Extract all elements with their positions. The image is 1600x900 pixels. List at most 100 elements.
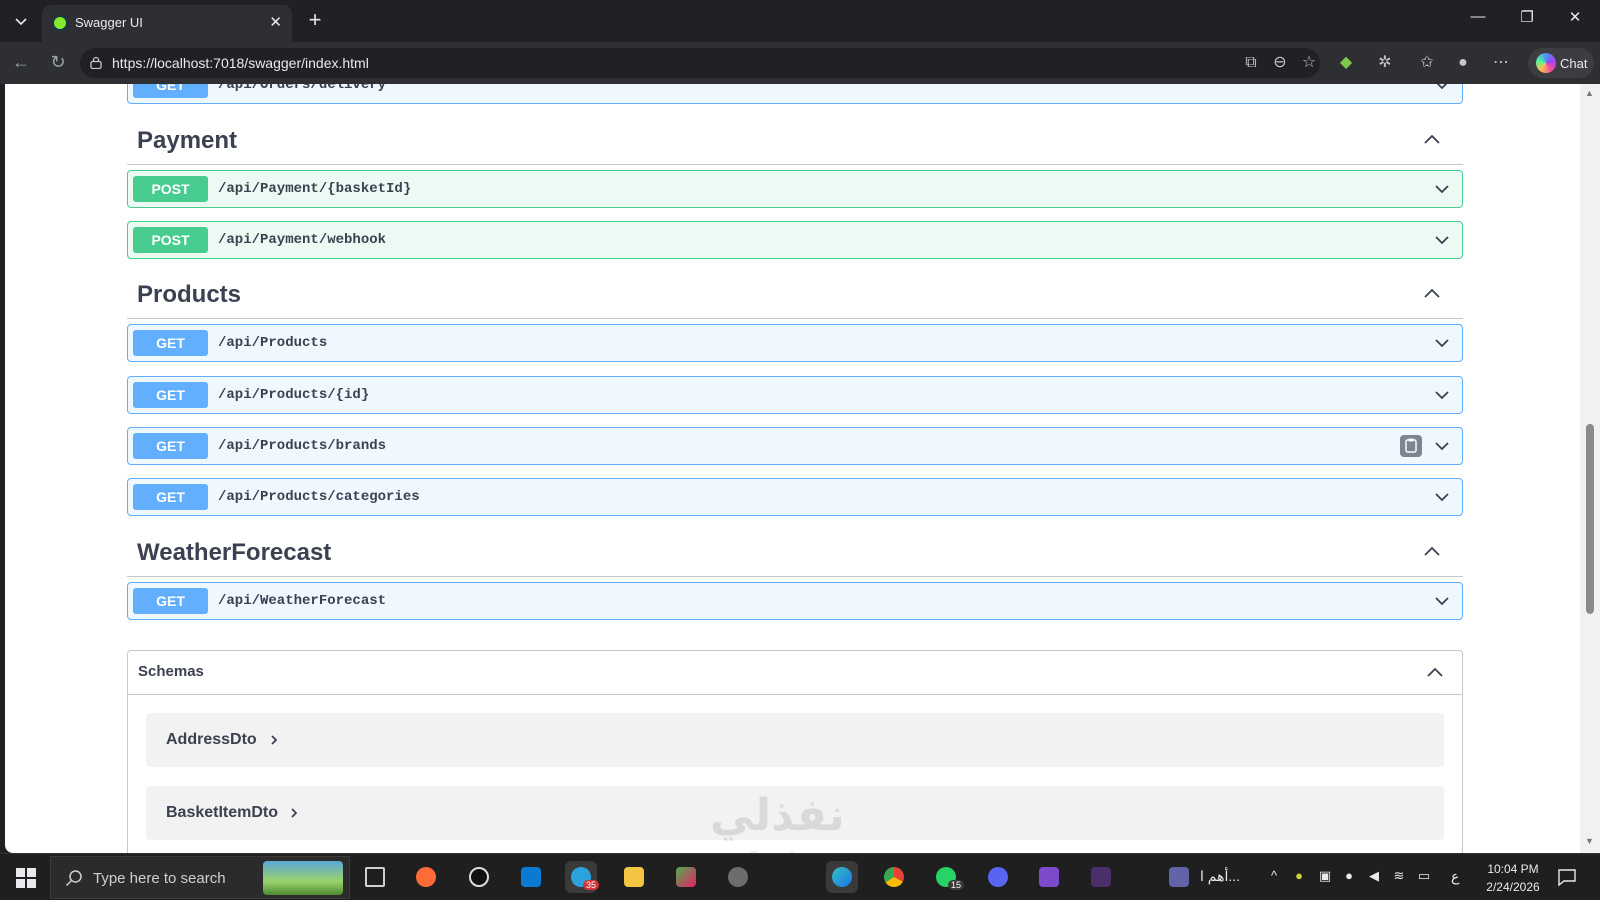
windows-start-icon[interactable] [16,868,36,888]
opblock-get-products-categories[interactable]: GET /api/Products/categories [127,478,1463,516]
method-badge: POST [133,227,208,253]
github-icon [469,867,489,887]
task-view-button[interactable] [359,861,391,893]
taskbar-search-box[interactable]: Type here to search [50,856,350,899]
operation-path: /api/Payment/webhook [218,232,387,248]
operation-path: /api/Products/{id} [218,387,370,403]
taskbar-app-discord[interactable] [982,861,1014,893]
more-menu-icon[interactable]: ⋯ [1491,53,1511,73]
opblock-get-products-brands[interactable]: GET /api/Products/brands [127,427,1463,465]
taskbar-app-settings[interactable] [722,861,754,893]
taskbar-app-chrome[interactable] [878,861,910,893]
copilot-icon [1536,53,1556,73]
copilot-chat-button[interactable]: Chat [1528,48,1594,78]
taskbar-app-teams[interactable] [1163,861,1195,893]
scrollbar-thumb[interactable] [1586,424,1594,614]
opblock-get-orders-delivery[interactable]: GET /api/Orders/delivery [127,84,1463,104]
chevron-up-icon[interactable] [1423,285,1441,303]
lock-icon [90,56,102,69]
taskbar-app-github[interactable] [463,861,495,893]
opblock-get-products-id[interactable]: GET /api/Products/{id} [127,376,1463,414]
chevron-down-icon[interactable] [1434,387,1450,403]
taskbar-app-visual-studio[interactable] [1033,861,1065,893]
input-language-indicator[interactable]: ع [1451,868,1459,885]
scroll-down-arrow-icon[interactable]: ▼ [1585,836,1594,846]
chevron-down-icon[interactable] [1434,593,1450,609]
postman-icon [416,867,436,887]
copy-path-button[interactable] [1400,435,1422,457]
model-name: BasketItemDto [166,804,279,821]
discord-icon [988,867,1008,887]
taskbar-clock[interactable]: 10:04 PM 2/24/2026 [1468,860,1558,896]
tray-device-icon[interactable]: ▣ [1317,868,1333,884]
taskbar-app-edge[interactable] [826,861,858,893]
extensions-puzzle-icon[interactable]: ✲ [1375,53,1395,73]
operation-path: /api/Products/brands [218,438,387,454]
wifi-icon[interactable]: ≋ [1391,868,1407,884]
taskbar-app-snip[interactable] [670,861,702,893]
operation-path: /api/Products [218,335,328,351]
volume-icon[interactable]: ◀ [1366,868,1382,884]
close-window-icon[interactable]: ✕ [1560,8,1590,26]
chevron-up-icon[interactable] [1423,131,1441,149]
clock-date: 2/24/2026 [1486,880,1540,894]
tag-section-products[interactable]: Products [127,269,1463,319]
chevron-down-icon[interactable] [1434,489,1450,505]
translate-icon[interactable]: ⧉ [1241,53,1261,73]
chevron-down-icon[interactable] [1434,181,1450,197]
opblock-post-payment-basketid[interactable]: POST /api/Payment/{basketId} [127,170,1463,208]
opblock-get-weatherforecast[interactable]: GET /api/WeatherForecast [127,582,1463,620]
favorite-star-icon[interactable]: ☆ [1299,53,1319,73]
taskbar-app-postman[interactable] [410,861,442,893]
page-scrollbar[interactable]: ▲ ▼ [1580,84,1600,853]
chevron-up-icon[interactable] [1426,664,1444,682]
tab-list-button[interactable] [6,7,36,35]
tag-section-payment[interactable]: Payment [127,115,1463,165]
tray-app-icon[interactable]: ● [1291,868,1307,884]
model-name: AddressDto [166,731,257,748]
minimize-icon[interactable]: — [1463,8,1493,25]
chevron-right-icon[interactable] [288,807,300,819]
profile-avatar-icon[interactable]: ● [1453,53,1473,73]
search-placeholder: Type here to search [93,870,226,887]
extension-leaf-icon[interactable]: ◆ [1336,53,1356,73]
favorites-icon[interactable]: ✩ [1417,53,1437,73]
method-badge: GET [133,330,208,356]
chevron-up-icon[interactable] [1423,543,1441,561]
new-tab-button[interactable]: + [302,8,328,34]
page-viewport: GET /api/Orders/delivery Payment POST /a… [5,84,1580,853]
browser-tab-swagger[interactable]: Swagger UI ✕ [42,5,292,42]
chevron-down-icon[interactable] [1434,335,1450,351]
watermark-arabic: نفذلي [710,791,845,840]
opblock-get-products[interactable]: GET /api/Products [127,324,1463,362]
reload-icon[interactable]: ↻ [46,52,70,73]
zoom-out-icon[interactable]: ⊖ [1270,53,1290,73]
chevron-down-icon[interactable] [1434,84,1450,93]
chevron-down-icon[interactable] [1434,232,1450,248]
scroll-up-arrow-icon[interactable]: ▲ [1585,88,1594,98]
back-arrow-icon[interactable]: ← [9,52,33,73]
chevron-down-icon[interactable] [1434,438,1450,454]
address-bar[interactable]: https://localhost:7018/swagger/index.htm… [80,48,1320,78]
opblock-post-payment-webhook[interactable]: POST /api/Payment/webhook [127,221,1463,259]
taskbar-app-vscode[interactable] [515,861,547,893]
taskbar-app-telegram[interactable]: 35 [565,861,600,893]
restore-icon[interactable]: ❐ [1512,8,1542,26]
chevron-right-icon[interactable] [268,734,280,746]
taskbar-app-terminal[interactable] [1085,861,1117,893]
microphone-icon[interactable]: ● [1341,868,1357,884]
operation-path: /api/Payment/{basketId} [218,181,412,197]
chat-label: Chat [1560,56,1588,71]
notification-center-icon[interactable] [1556,866,1578,888]
battery-icon[interactable]: ▭ [1416,868,1432,884]
edge-icon [832,867,852,887]
close-tab-icon[interactable]: ✕ [269,13,282,31]
tray-news-text[interactable]: أهم ا... [1200,868,1240,885]
taskbar-app-whatsapp[interactable]: 15 [930,861,965,893]
taskbar-app-file-explorer[interactable] [618,861,650,893]
show-hidden-icons-chevron-icon[interactable]: ^ [1266,868,1282,884]
tag-section-weatherforecast[interactable]: WeatherForecast [127,527,1463,577]
schema-model-addressdto[interactable]: AddressDto [146,713,1444,767]
browser-tab-bar: Swagger UI ✕ + — ❐ ✕ [0,0,1600,42]
schemas-header[interactable]: Schemas [128,651,1462,695]
